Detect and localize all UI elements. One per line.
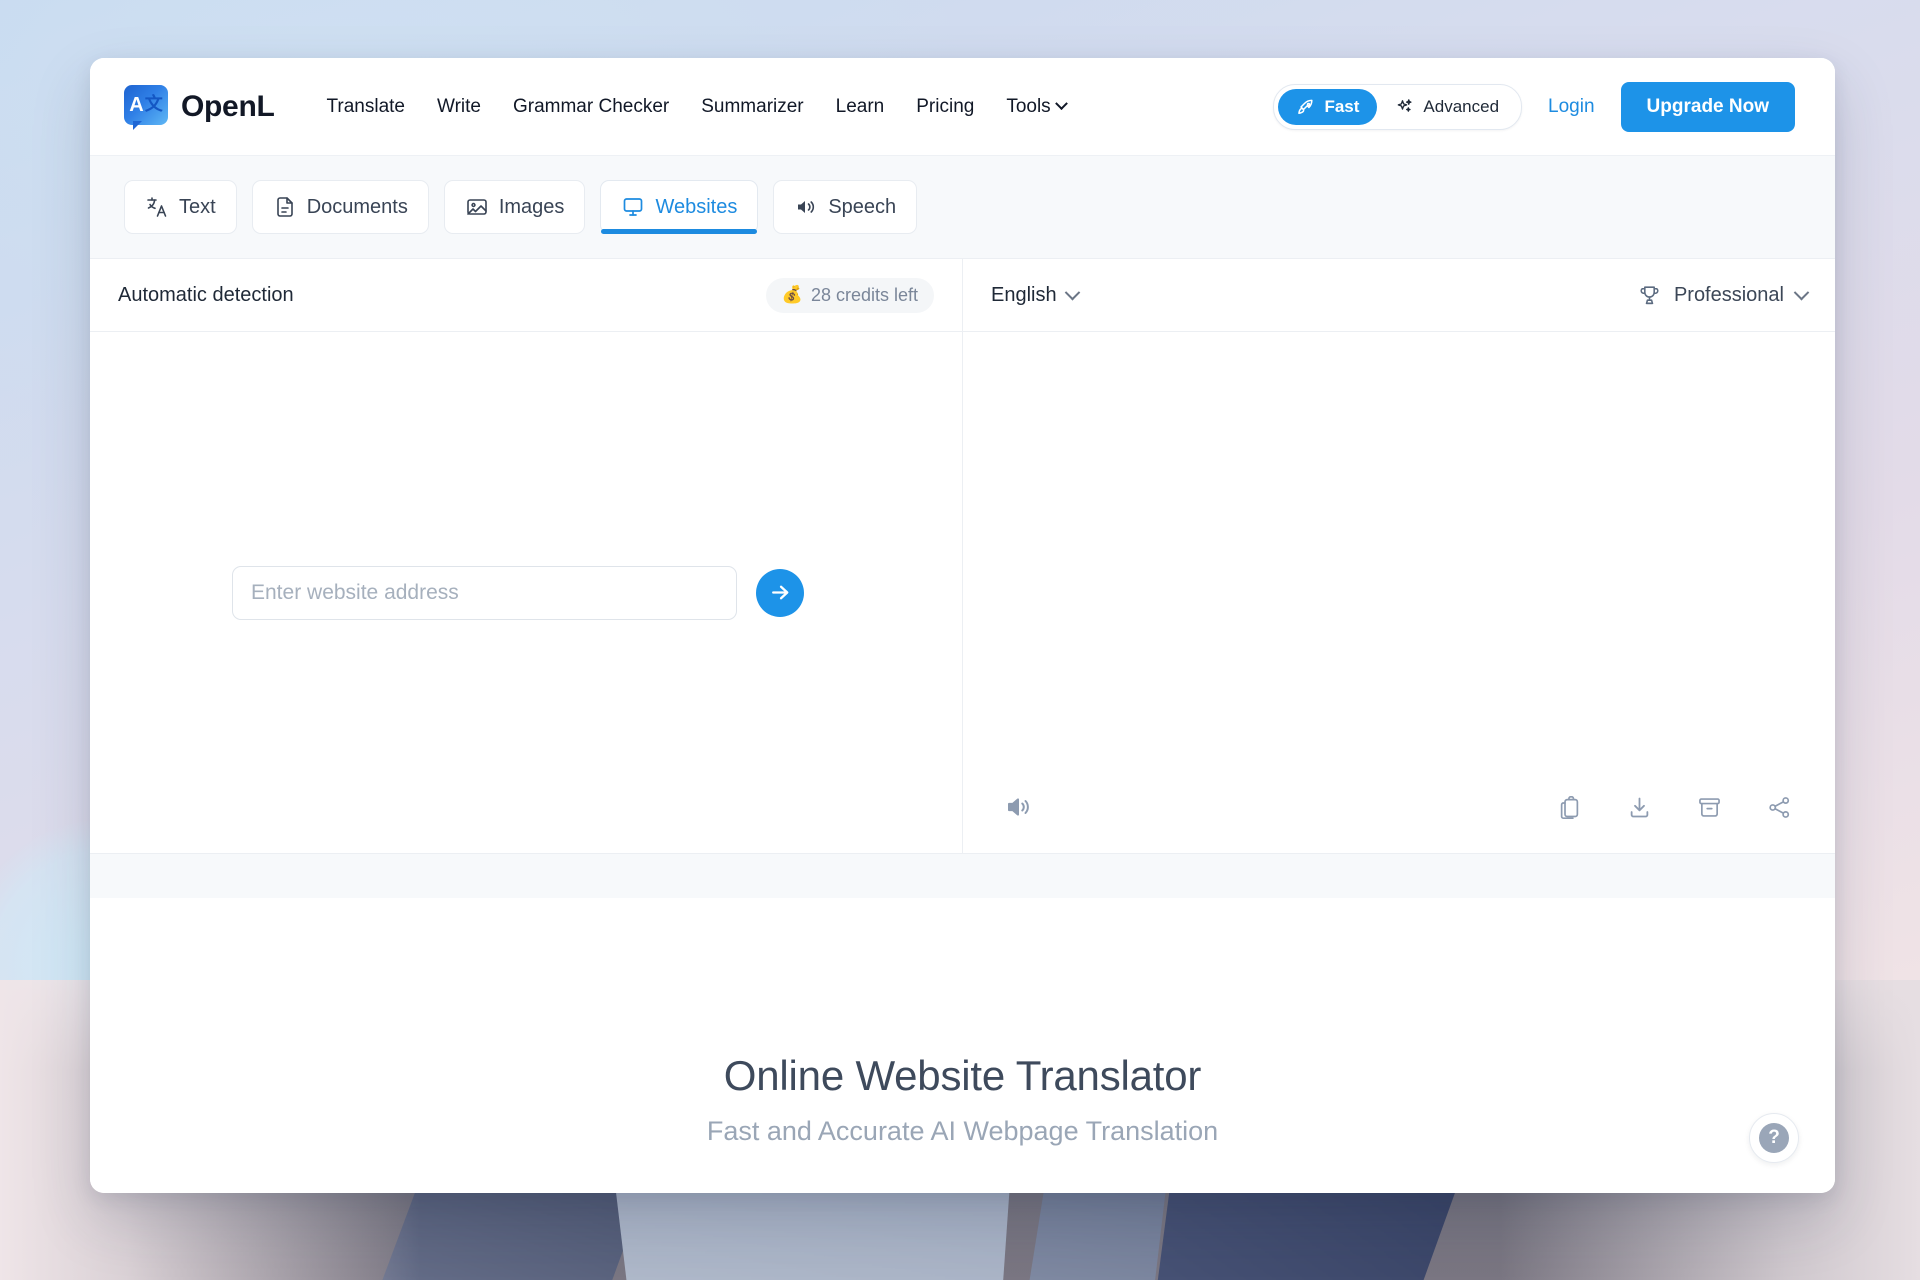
page-title: Online Website Translator: [724, 1052, 1201, 1100]
brand-logo[interactable]: A 文 OpenL: [124, 85, 275, 129]
tab-label: Documents: [307, 196, 408, 219]
target-language-selector[interactable]: English: [991, 284, 1078, 307]
speaker-icon: [794, 195, 818, 219]
mode-advanced-button[interactable]: Advanced: [1377, 89, 1517, 125]
mode-switch: Fast Advanced: [1273, 84, 1522, 130]
image-icon: [465, 195, 489, 219]
tab-text[interactable]: Text: [124, 180, 237, 234]
target-language-label: English: [991, 284, 1057, 307]
trophy-icon: [1637, 283, 1662, 308]
logo-square: A 文: [124, 85, 168, 125]
quality-selector[interactable]: Professional: [1637, 283, 1807, 308]
rocket-icon: [1296, 97, 1316, 117]
language-bar: Automatic detection 💰 28 credits left En…: [90, 259, 1835, 332]
nav-item-learn[interactable]: Learn: [836, 96, 885, 118]
credits-badge[interactable]: 💰 28 credits left: [766, 278, 934, 313]
nav-label: Learn: [836, 96, 885, 118]
chevron-down-icon: [1055, 97, 1068, 110]
tab-label: Speech: [828, 196, 896, 219]
mode-fast-button[interactable]: Fast: [1278, 89, 1377, 125]
tab-images[interactable]: Images: [444, 180, 586, 234]
nav-item-translate[interactable]: Translate: [327, 96, 406, 118]
translate-icon: [145, 195, 169, 219]
quality-label: Professional: [1674, 284, 1784, 307]
panel-body: [90, 332, 1835, 853]
login-link[interactable]: Login: [1548, 96, 1595, 118]
archive-button[interactable]: [1689, 787, 1729, 827]
nav-item-summarizer[interactable]: Summarizer: [701, 96, 803, 118]
translate-go-button[interactable]: [756, 569, 804, 617]
download-icon: [1626, 794, 1653, 821]
hero-section: Online Website Translator Fast and Accur…: [90, 898, 1835, 1193]
website-address-input[interactable]: [232, 566, 737, 620]
result-actions: [1549, 787, 1799, 827]
credits-label: 28 credits left: [811, 285, 918, 306]
source-language-selector[interactable]: Automatic detection: [118, 284, 294, 307]
monitor-icon: [621, 195, 645, 219]
share-icon: [1766, 794, 1793, 821]
question-mark-icon: ?: [1759, 1123, 1789, 1153]
mode-fast-label: Fast: [1324, 97, 1359, 117]
target-language-bar: English Professional: [963, 259, 1835, 331]
chevron-down-icon: [1794, 284, 1810, 300]
nav-label: Translate: [327, 96, 406, 118]
main-navigation: Translate Write Grammar Checker Summariz…: [327, 96, 1066, 118]
listen-button[interactable]: [999, 787, 1039, 827]
nav-label: Summarizer: [701, 96, 803, 118]
source-pane-footer: [90, 761, 962, 853]
site-header: A 文 OpenL Translate Write Grammar Checke…: [90, 58, 1835, 155]
upgrade-now-button[interactable]: Upgrade Now: [1621, 82, 1795, 132]
nav-item-pricing[interactable]: Pricing: [916, 96, 974, 118]
header-actions: Fast Advanced Login Upgrade Now: [1273, 82, 1795, 132]
tab-label: Images: [499, 196, 565, 219]
logo-cjk-glyph: 文: [145, 96, 163, 114]
page-subtitle: Fast and Accurate AI Webpage Translation: [707, 1116, 1218, 1147]
speaker-icon: [1004, 792, 1034, 822]
logo-letter-a: A: [129, 95, 143, 115]
result-pane: [963, 332, 1835, 853]
mode-tabs: Text Documents Images Websites: [90, 155, 1835, 258]
nav-label: Pricing: [916, 96, 974, 118]
sparkles-icon: [1395, 97, 1415, 117]
nav-item-tools[interactable]: Tools: [1006, 96, 1065, 118]
result-pane-footer: [963, 761, 1835, 853]
website-url-row: [232, 566, 804, 620]
copy-button[interactable]: [1549, 787, 1589, 827]
nav-label: Write: [437, 96, 481, 118]
tab-documents[interactable]: Documents: [252, 180, 429, 234]
tab-speech[interactable]: Speech: [773, 180, 917, 234]
tab-websites[interactable]: Websites: [600, 180, 758, 234]
nav-label: Tools: [1006, 96, 1050, 118]
arrow-right-icon: [768, 580, 793, 605]
app-window: A 文 OpenL Translate Write Grammar Checke…: [90, 58, 1835, 1193]
help-button[interactable]: ?: [1749, 1113, 1799, 1163]
chevron-down-icon: [1064, 284, 1080, 300]
tab-label: Websites: [655, 196, 737, 219]
copy-icon: [1556, 794, 1583, 821]
source-language-bar: Automatic detection 💰 28 credits left: [90, 259, 963, 331]
archive-icon: [1696, 794, 1723, 821]
tab-label: Text: [179, 196, 216, 219]
panel-spacer: [90, 854, 1835, 898]
mode-advanced-label: Advanced: [1423, 97, 1499, 117]
money-bag-icon: 💰: [782, 285, 803, 305]
logo-speech-tail: [133, 121, 142, 130]
download-button[interactable]: [1619, 787, 1659, 827]
nav-item-write[interactable]: Write: [437, 96, 481, 118]
share-button[interactable]: [1759, 787, 1799, 827]
translation-panel: Automatic detection 💰 28 credits left En…: [90, 258, 1835, 854]
nav-item-grammar-checker[interactable]: Grammar Checker: [513, 96, 669, 118]
brand-name: OpenL: [181, 90, 275, 124]
nav-label: Grammar Checker: [513, 96, 669, 118]
document-icon: [273, 195, 297, 219]
openl-logo-icon: A 文: [124, 85, 168, 129]
source-pane: [90, 332, 963, 853]
